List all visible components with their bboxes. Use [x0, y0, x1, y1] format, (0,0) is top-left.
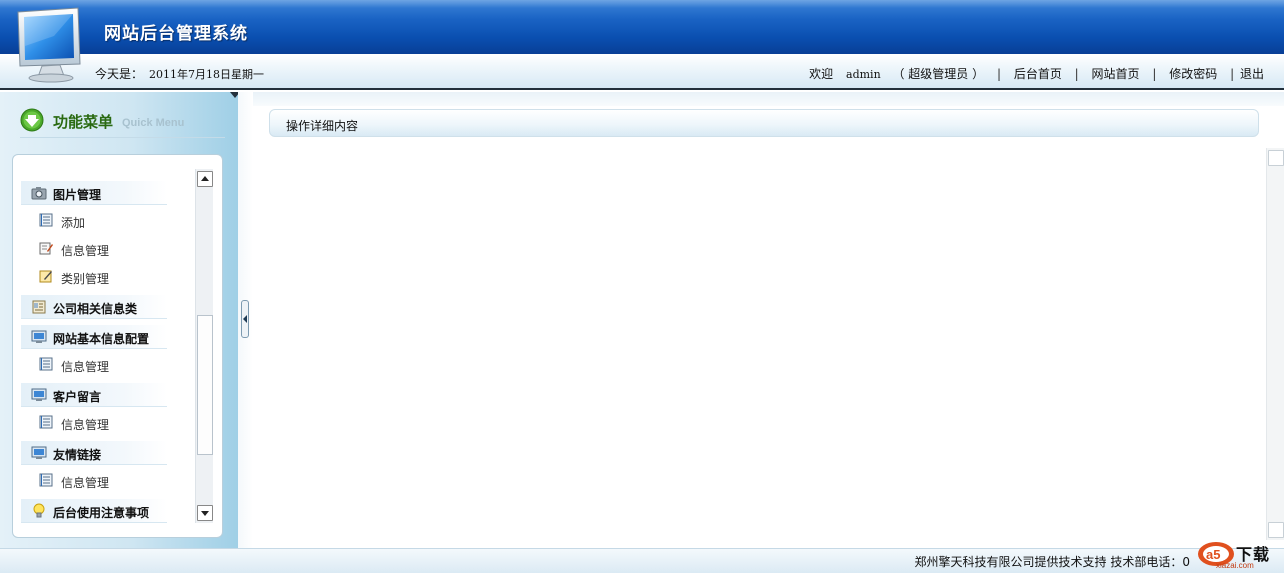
menu-group-friend-links[interactable]: 友情链接	[21, 435, 201, 465]
watermark-logo: a5 下载 xiazai.com	[1196, 538, 1278, 572]
footer: 郑州擎天科技有限公司提供技术支持 技术部电话：0	[0, 548, 1284, 573]
top-nav: 欢迎 admin （ 超级管理员 ） | 后台首页 | 网站首页 | 修改密码 …	[809, 65, 1264, 82]
link-change-password[interactable]: 修改密码	[1169, 65, 1217, 82]
nav-separator: |	[1074, 67, 1079, 81]
link-logout[interactable]: 退出	[1240, 65, 1264, 82]
menu-group-company-info[interactable]: 公司相关信息类	[21, 289, 201, 319]
user-role: （ 超级管理员 ）	[892, 67, 985, 81]
edit-document-icon	[39, 242, 53, 255]
menu-item-label: 信息管理	[61, 360, 110, 374]
menu-panel: 图片管理 添加 信息管理 类别管理 公司相关信息类 网站基本信息配置 信息管理 …	[12, 154, 223, 538]
menu-group-label: 友情链接	[53, 448, 102, 462]
scroll-up-arrow-icon[interactable]	[197, 171, 213, 187]
quick-menu-header: 功能菜单 Quick Menu	[20, 106, 225, 138]
sidebar: 功能菜单 Quick Menu 图片管理 添加 信息管理 类别管理 公司相关信息…	[0, 92, 238, 548]
menu-group-label: 图片管理	[53, 188, 102, 202]
edit-note-icon	[39, 270, 52, 283]
menu-item-info-management[interactable]: 信息管理	[21, 233, 201, 261]
scroll-up-arrow-icon[interactable]	[1268, 150, 1284, 166]
menu-item-label: 添加	[61, 216, 86, 230]
scroll-thumb[interactable]	[197, 315, 213, 455]
header: 网站后台管理系统 今天是： 2011年7月18日星期一 欢迎 admin （ 超级…	[0, 0, 1284, 92]
document-list-icon	[39, 473, 53, 487]
menu-item-label: 信息管理	[61, 476, 110, 490]
username: admin	[846, 68, 881, 81]
today-date: 2011年7月18日星期一	[149, 68, 265, 81]
menu-item-info-management[interactable]: 信息管理	[21, 465, 201, 493]
monitor-logo-icon	[17, 7, 81, 83]
menu-item-info-management[interactable]: 信息管理	[21, 349, 201, 377]
scroll-down-arrow-icon[interactable]	[1268, 522, 1284, 538]
lightbulb-icon	[33, 503, 45, 518]
menu-group-site-config[interactable]: 网站基本信息配置	[21, 319, 201, 349]
quick-menu-title: 功能菜单	[53, 113, 114, 131]
monitor-icon	[31, 446, 47, 459]
main-top-strip	[253, 92, 1284, 106]
watermark-sub: xiazai.com	[1216, 561, 1254, 570]
scroll-down-arrow-icon[interactable]	[197, 505, 213, 521]
link-site-home[interactable]: 网站首页	[1092, 65, 1140, 82]
link-admin-home[interactable]: 后台首页	[1014, 65, 1062, 82]
menu-group-label: 后台使用注意事项	[53, 506, 150, 520]
menu-group-image-management[interactable]: 图片管理	[21, 175, 201, 205]
nav-separator: |	[1230, 67, 1235, 81]
address-book-icon	[32, 300, 46, 314]
today-label: 今天是：	[95, 67, 144, 81]
nav-separator: |	[1152, 67, 1157, 81]
content-scrollbar[interactable]	[1266, 148, 1284, 540]
menu-item-add[interactable]: 添加	[21, 205, 201, 233]
menu-item-label: 信息管理	[61, 418, 110, 432]
document-list-icon	[39, 357, 53, 371]
footer-support-text: 郑州擎天科技有限公司提供技术支持 技术部电话：0	[914, 555, 1190, 569]
menu-item-category-management[interactable]: 类别管理	[21, 261, 201, 289]
arrow-down-circle-icon	[20, 108, 44, 132]
operation-panel-header: 操作详细内容	[269, 109, 1259, 137]
menu-group-guestbook[interactable]: 客户留言	[21, 377, 201, 407]
menu-group-label: 网站基本信息配置	[53, 332, 150, 346]
app-title: 网站后台管理系统	[104, 24, 248, 44]
panel-splitter	[238, 92, 253, 548]
menu-item-label: 信息管理	[61, 244, 110, 258]
menu-scrollbar[interactable]	[195, 169, 213, 523]
menu-item-label: 类别管理	[61, 272, 110, 286]
svg-text:a5: a5	[1206, 547, 1220, 562]
menu-list: 图片管理 添加 信息管理 类别管理 公司相关信息类 网站基本信息配置 信息管理 …	[21, 175, 201, 523]
menu-group-label: 客户留言	[53, 390, 102, 404]
quick-menu-subtitle: Quick Menu	[122, 117, 185, 129]
menu-group-label: 公司相关信息类	[53, 302, 138, 316]
today-date-display: 今天是： 2011年7月18日星期一	[95, 65, 264, 82]
nav-separator: |	[996, 67, 1001, 81]
document-list-icon	[39, 213, 53, 227]
document-list-icon	[39, 415, 53, 429]
menu-group-usage-notes[interactable]: 后台使用注意事项	[21, 493, 201, 523]
welcome-label: 欢迎	[809, 67, 834, 81]
main-content: 操作详细内容	[253, 92, 1284, 548]
camera-icon	[31, 187, 47, 200]
menu-item-info-management[interactable]: 信息管理	[21, 407, 201, 435]
monitor-icon	[31, 388, 47, 401]
panel-title: 操作详细内容	[286, 119, 359, 133]
monitor-icon	[31, 330, 47, 343]
collapse-sidebar-handle-icon[interactable]	[241, 300, 249, 338]
